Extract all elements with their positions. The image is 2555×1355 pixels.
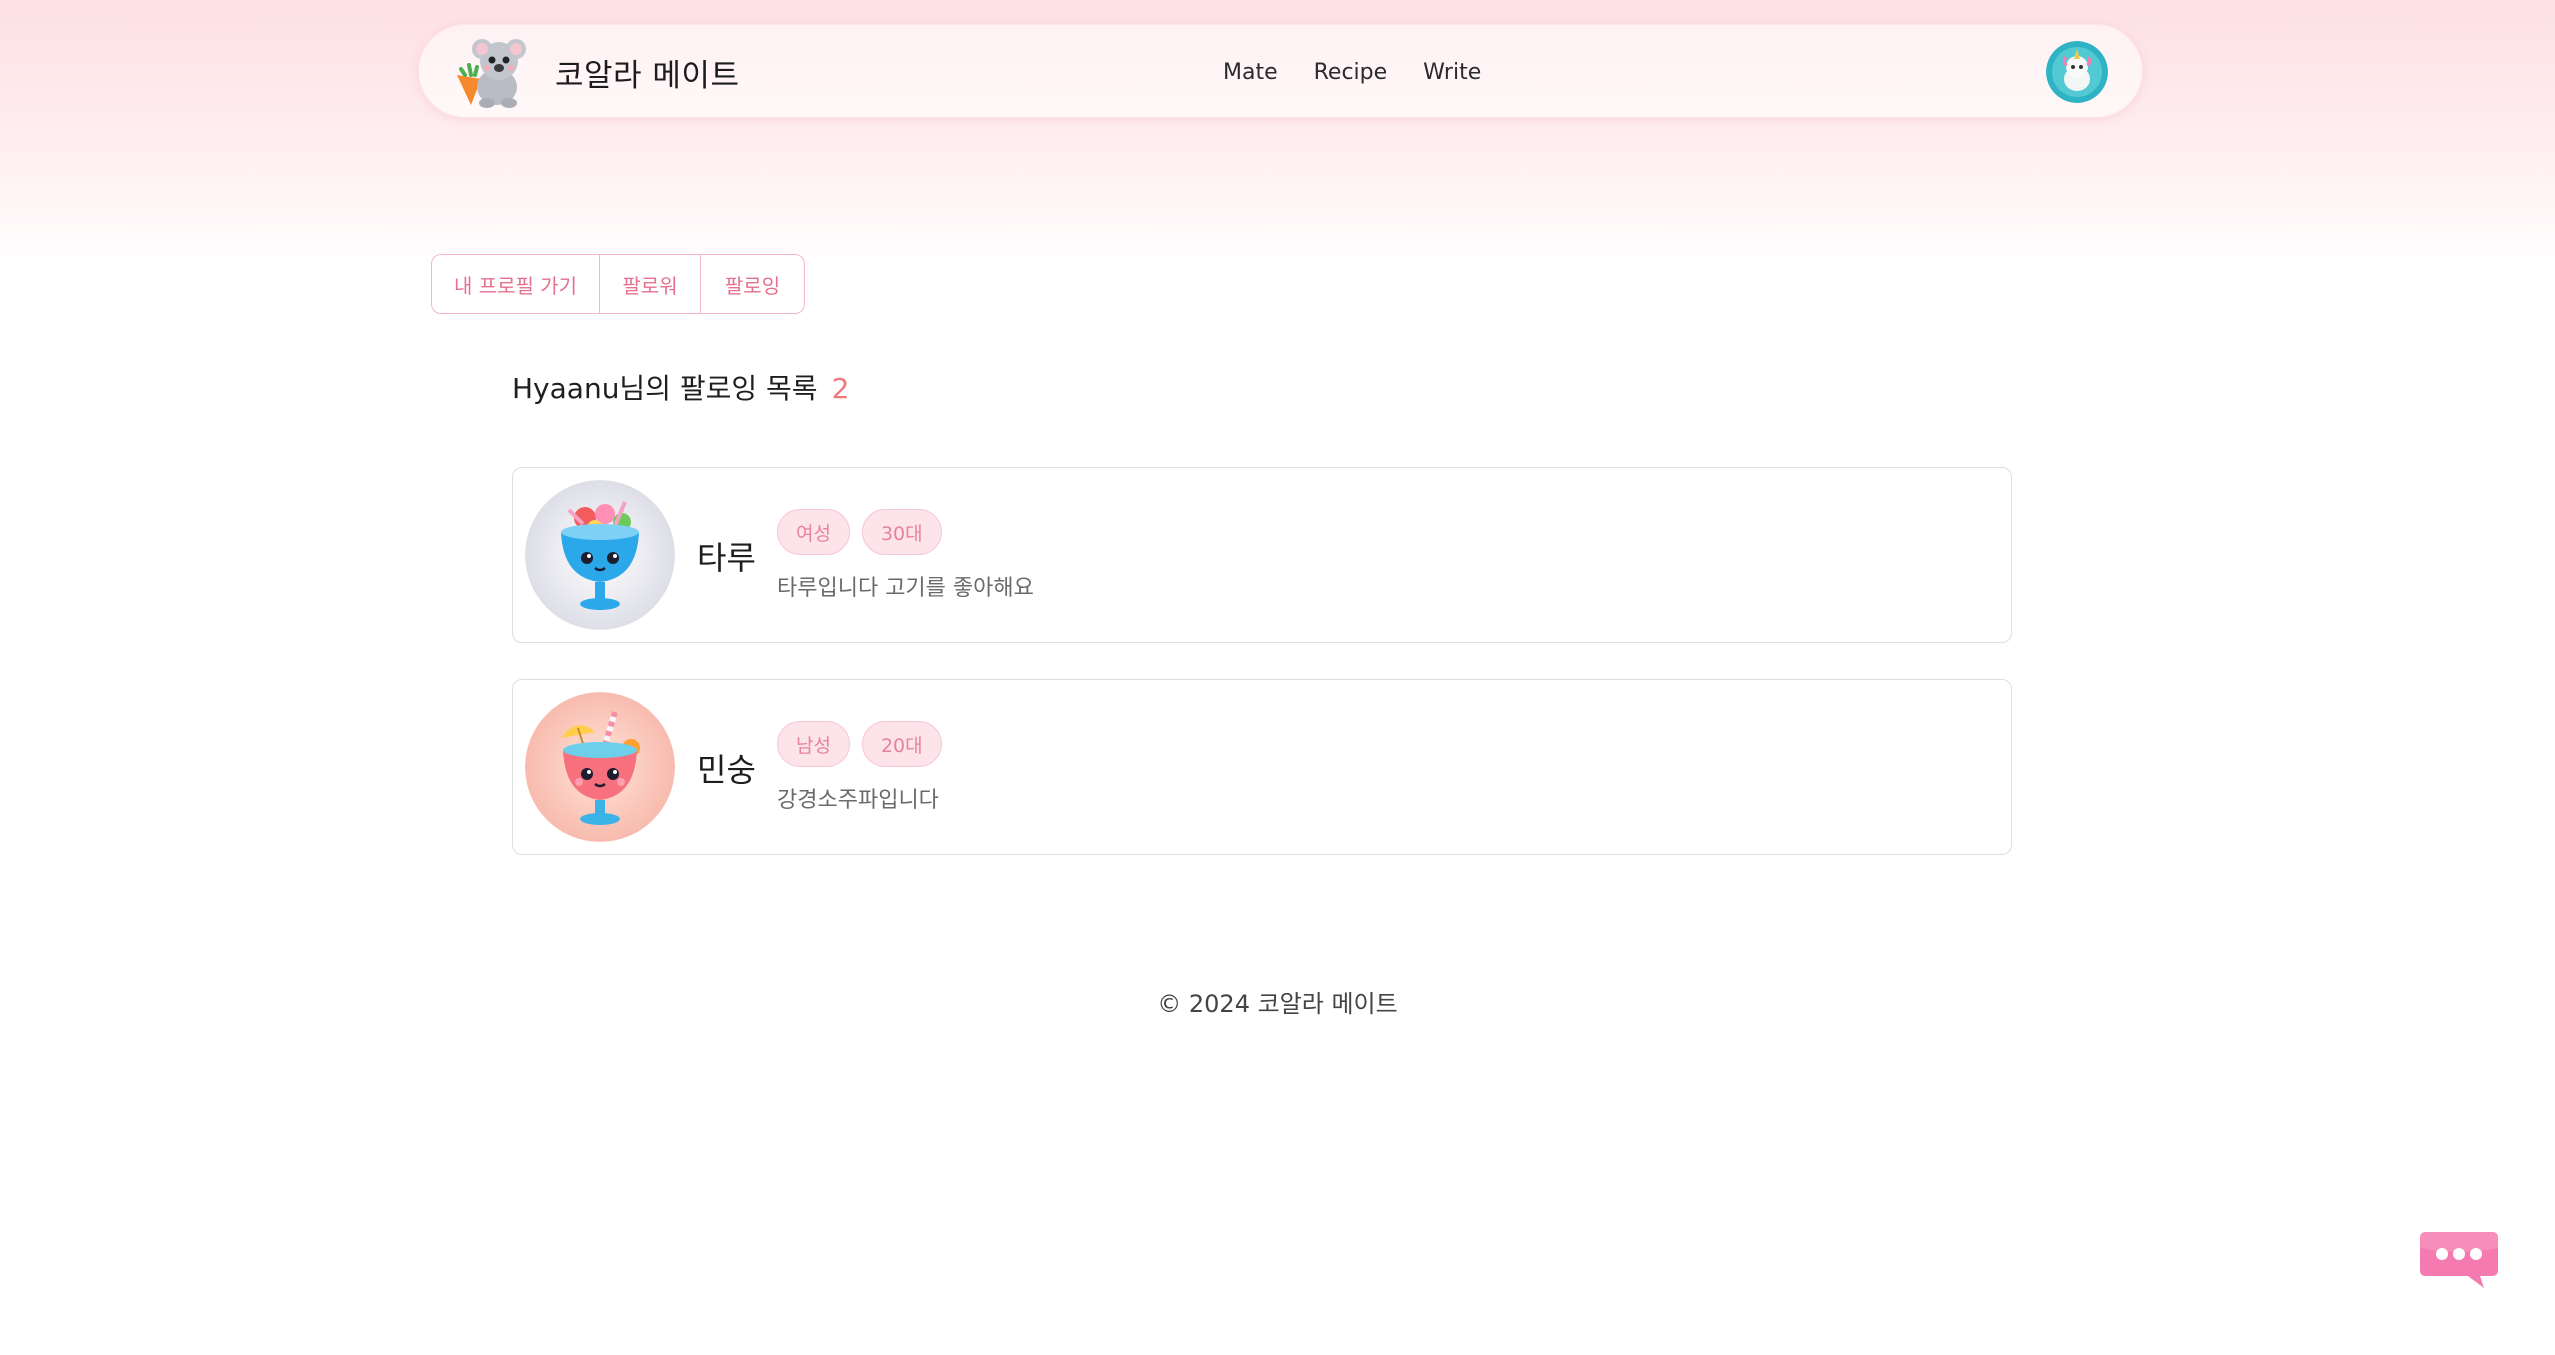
pink-cocktail-avatar-icon[interactable] — [525, 692, 675, 842]
footer-copyright: © 2024 코알라 메이트 — [1157, 990, 1398, 1018]
nav-link-recipe[interactable]: Recipe — [1314, 60, 1388, 85]
age-badge: 30대 — [861, 509, 942, 555]
user-bio: 타루입니다 고기를 좋아해요 — [777, 576, 1034, 601]
koala-logo-icon[interactable] — [447, 35, 529, 109]
brand-name[interactable]: 코알라 메이트 — [555, 50, 739, 95]
navbar: 코알라 메이트 Mate Recipe Write — [418, 24, 2143, 118]
gender-badge: 여성 — [777, 509, 850, 555]
nav-link-mate[interactable]: Mate — [1223, 60, 1278, 85]
following-card[interactable]: 민숭 남성 20대 강경소주파입니다 — [512, 679, 2012, 855]
tab-my-profile[interactable]: 내 프로필 가기 — [432, 255, 600, 313]
user-badges: 남성 20대 — [777, 721, 942, 767]
user-bio: 강경소주파입니다 — [777, 788, 939, 813]
profile-tabs: 내 프로필 가기 팔로워 팔로잉 — [431, 254, 805, 314]
following-list-title: Hyaanu님의 팔로잉 목록 — [512, 372, 818, 405]
chat-bubble-icon[interactable] — [2418, 1228, 2500, 1290]
following-count: 2 — [831, 372, 850, 405]
age-badge: 20대 — [861, 721, 942, 767]
nav-links: Mate Recipe Write — [1223, 25, 1481, 119]
user-name[interactable]: 민숭 — [697, 680, 756, 856]
nav-link-write[interactable]: Write — [1423, 60, 1481, 85]
gender-badge: 남성 — [777, 721, 850, 767]
following-list-heading: Hyaanu님의 팔로잉 목록 2 — [512, 367, 849, 407]
tab-followers[interactable]: 팔로워 — [600, 255, 701, 313]
user-name[interactable]: 타루 — [697, 468, 756, 644]
user-badges: 여성 30대 — [777, 509, 942, 555]
tab-following[interactable]: 팔로잉 — [701, 255, 804, 313]
blue-cocktail-avatar-icon[interactable] — [525, 480, 675, 630]
brand[interactable]: 코알라 메이트 — [447, 35, 739, 109]
following-card[interactable]: 타루 여성 30대 타루입니다 고기를 좋아해요 — [512, 467, 2012, 643]
user-avatar-icon[interactable] — [2046, 41, 2108, 103]
